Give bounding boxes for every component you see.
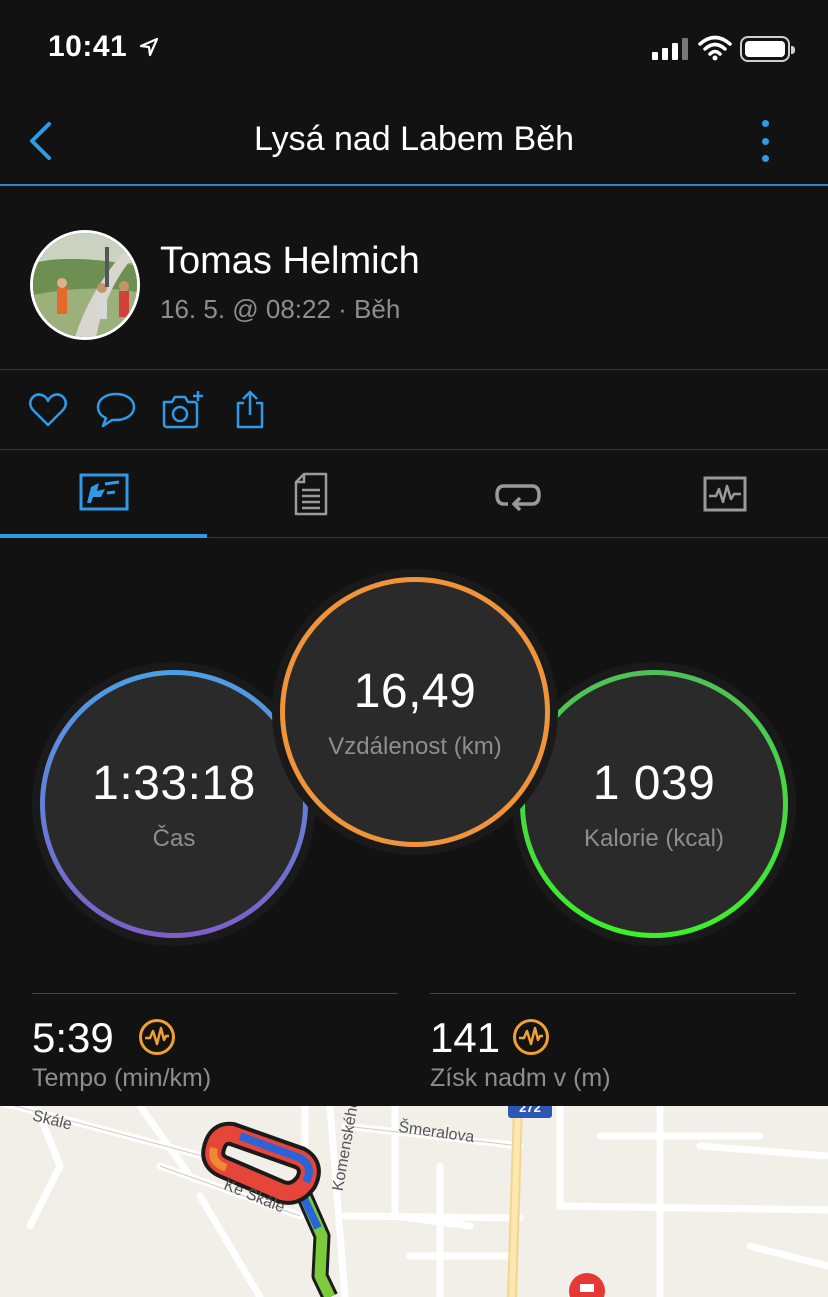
time-stat-circle: 1:33:18 Čas: [40, 670, 308, 938]
add-photo-button[interactable]: [160, 390, 204, 430]
heart-icon: [29, 393, 67, 427]
like-button[interactable]: [26, 390, 70, 430]
more-dot-icon: [761, 120, 769, 127]
share-button[interactable]: [228, 390, 272, 430]
more-options-button[interactable]: [750, 118, 780, 164]
avatar[interactable]: [30, 230, 140, 340]
tab-summary[interactable]: [0, 450, 207, 538]
overview-icon: [79, 473, 128, 511]
avatar-photo: [33, 233, 137, 337]
distance-label: Vzdálenost (km): [328, 732, 502, 760]
calories-stat-circle: 1 039 Kalorie (kcal): [520, 670, 788, 938]
elevation-metric: 141 Získ nadm v (m): [430, 993, 796, 1103]
comment-button[interactable]: [94, 390, 138, 430]
nav-bar: Lysá nad Labem Běh: [0, 100, 828, 186]
pace-metric: 5:39 Tempo (min/km): [32, 993, 398, 1103]
status-time: 10:41: [48, 30, 128, 63]
time-value: 1:33:18: [92, 756, 256, 810]
page-title: Lysá nad Labem Běh: [253, 120, 575, 158]
route-map[interactable]: Skále Ke Skále Komenského Šmeralova 272: [0, 1106, 828, 1297]
cell-signal-icon: [652, 38, 688, 60]
elevation-value: 141: [430, 1014, 501, 1061]
comment-icon: [96, 392, 136, 428]
performance-icon[interactable]: [138, 1018, 176, 1056]
road-shield-label: 272: [519, 1106, 541, 1115]
tab-charts[interactable]: [621, 450, 828, 538]
document-list-icon: [294, 472, 327, 516]
pace-value: 5:39: [32, 1014, 114, 1061]
status-bar: 10:41: [0, 0, 828, 100]
more-dot-icon: [761, 137, 769, 145]
calories-label: Kalorie (kcal): [583, 824, 725, 852]
social-actions: [0, 370, 828, 450]
time-label: Čas: [152, 824, 196, 852]
user-name[interactable]: Tomas Helmich: [160, 240, 420, 283]
activity-tabs: [0, 450, 828, 538]
activity-date-type: 16. 5. @ 08:22 · Běh: [160, 294, 401, 324]
camera-add-icon: [162, 391, 203, 429]
wifi-icon: [698, 35, 732, 61]
distance-value: 16,49: [353, 664, 477, 718]
battery-icon: [740, 36, 795, 62]
location-arrow-icon: [139, 37, 159, 57]
share-icon: [236, 390, 264, 429]
calories-value: 1 039: [592, 756, 716, 810]
pace-label: Tempo (min/km): [32, 1064, 212, 1092]
distance-stat-circle: 16,49 Vzdálenost (km): [280, 577, 550, 847]
activity-chart-icon: [703, 476, 746, 512]
tab-details[interactable]: [207, 450, 414, 538]
activity-header: Tomas Helmich 16. 5. @ 08:22 · Běh: [0, 188, 828, 370]
tab-laps[interactable]: [414, 450, 621, 538]
loop-icon: [494, 484, 541, 511]
performance-icon[interactable]: [512, 1018, 550, 1056]
elevation-label: Získ nadm v (m): [430, 1064, 611, 1092]
more-dot-icon: [761, 155, 769, 162]
